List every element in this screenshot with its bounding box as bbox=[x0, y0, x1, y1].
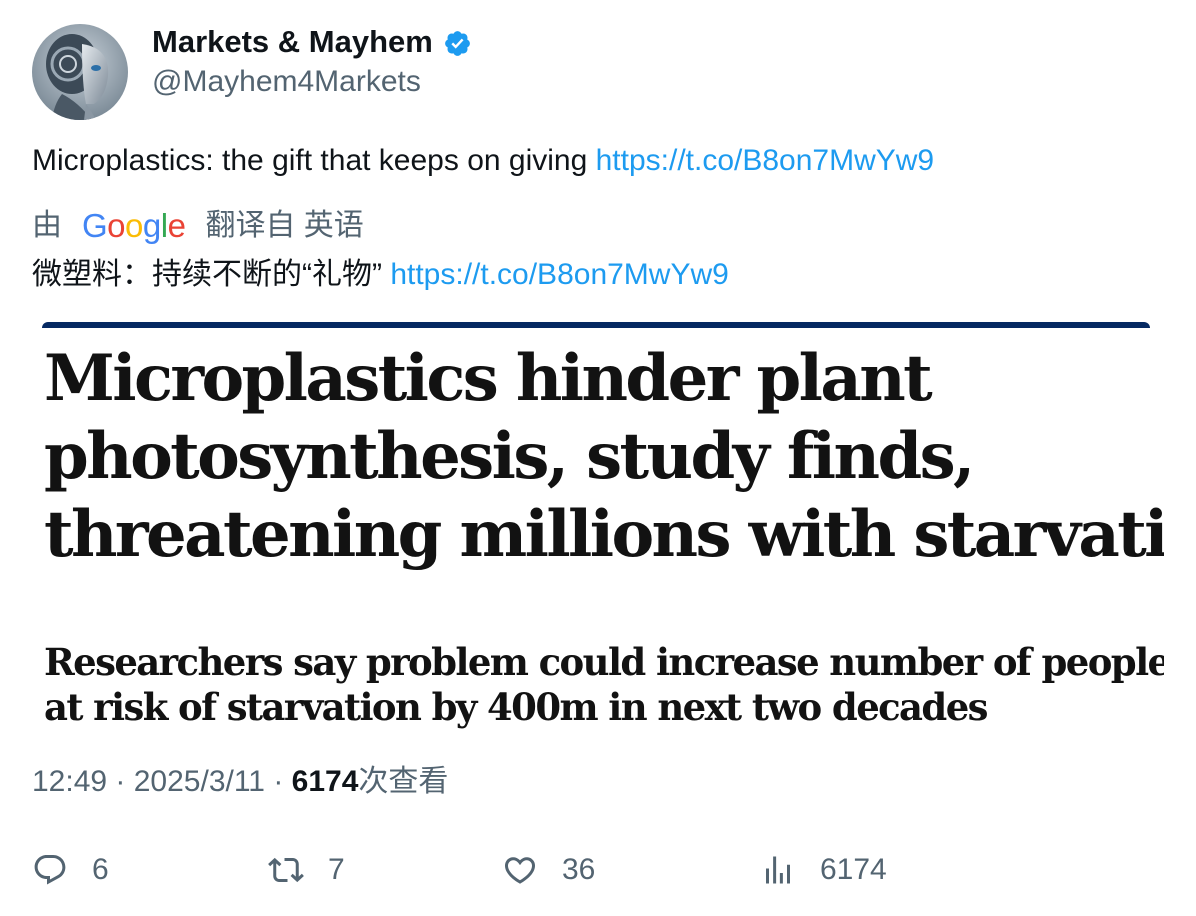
reply-button[interactable]: 6 bbox=[32, 848, 109, 892]
tweet-link[interactable]: https://t.co/B8on7MwYw9 bbox=[596, 144, 935, 177]
article-standfirst: Researchers say problem could increase n… bbox=[44, 640, 1164, 730]
views-action-count: 6174 bbox=[820, 853, 887, 886]
views-button[interactable]: 6174 bbox=[760, 848, 887, 892]
retweet-icon bbox=[268, 857, 304, 883]
heart-icon bbox=[504, 857, 536, 884]
robot-avatar-icon bbox=[32, 24, 128, 120]
tweet-time[interactable]: 12:49 bbox=[32, 765, 107, 798]
tweet-meta: 12:49 · 2025/3/11 · 6174次查看 bbox=[32, 762, 448, 802]
avatar[interactable] bbox=[32, 24, 128, 120]
action-bar: 6 7 36 6174 bbox=[32, 848, 1164, 892]
tweet-date[interactable]: 2025/3/11 bbox=[134, 765, 265, 798]
meta-separator: · bbox=[107, 765, 134, 798]
media-image[interactable]: Microplastics hinder plant photosynthesi… bbox=[32, 322, 1164, 742]
tweet-text-body: Microplastics: the gift that keeps on gi… bbox=[32, 144, 596, 177]
reply-count: 6 bbox=[92, 853, 109, 886]
translated-text: 微塑料：持续不断的“礼物” https://t.co/B8on7MwYw9 bbox=[32, 255, 729, 295]
headline-line: photosynthesis, study finds, bbox=[44, 419, 975, 494]
translated-from-label: 翻译自 英语 bbox=[205, 209, 364, 242]
article-headline: Microplastics hinder plant photosynthesi… bbox=[44, 340, 1164, 574]
bar-chart-icon bbox=[766, 856, 790, 884]
display-name[interactable]: Markets & Mayhem bbox=[152, 24, 433, 60]
meta-separator: · bbox=[265, 765, 292, 798]
standfirst-line: at risk of starvation by 400m in next tw… bbox=[44, 685, 988, 729]
tweet-card: Markets & Mayhem @Mayhem4Markets Micropl… bbox=[0, 0, 1196, 916]
tweet-header: Markets & Mayhem @Mayhem4Markets bbox=[32, 24, 472, 120]
author-info: Markets & Mayhem @Mayhem4Markets bbox=[152, 24, 472, 102]
views-count: 6174 bbox=[291, 765, 359, 798]
user-handle[interactable]: @Mayhem4Markets bbox=[152, 62, 472, 102]
reply-icon bbox=[34, 855, 66, 885]
headline-line: Microplastics hinder plant bbox=[44, 341, 933, 416]
retweet-button[interactable]: 7 bbox=[268, 848, 345, 892]
article-topbar bbox=[42, 322, 1150, 328]
translated-text-body: 微塑料：持续不断的“礼物” bbox=[32, 258, 391, 291]
standfirst-line: Researchers say problem could increase n… bbox=[44, 640, 1164, 684]
translation-attribution: 由 Google 翻译自 英语 bbox=[32, 206, 364, 246]
tweet-text: Microplastics: the gift that keeps on gi… bbox=[32, 141, 934, 181]
google-logo[interactable]: Google bbox=[82, 206, 186, 246]
retweet-count: 7 bbox=[328, 853, 345, 886]
views-label: 次查看 bbox=[358, 765, 449, 798]
name-row: Markets & Mayhem bbox=[152, 24, 472, 60]
headline-line: threatening millions with starvation bbox=[44, 497, 1164, 572]
verified-badge-icon[interactable] bbox=[443, 29, 472, 58]
translated-by-label: 由 bbox=[32, 209, 62, 242]
like-button[interactable]: 36 bbox=[502, 848, 595, 892]
like-count: 36 bbox=[562, 853, 596, 886]
translated-link[interactable]: https://t.co/B8on7MwYw9 bbox=[390, 258, 729, 291]
